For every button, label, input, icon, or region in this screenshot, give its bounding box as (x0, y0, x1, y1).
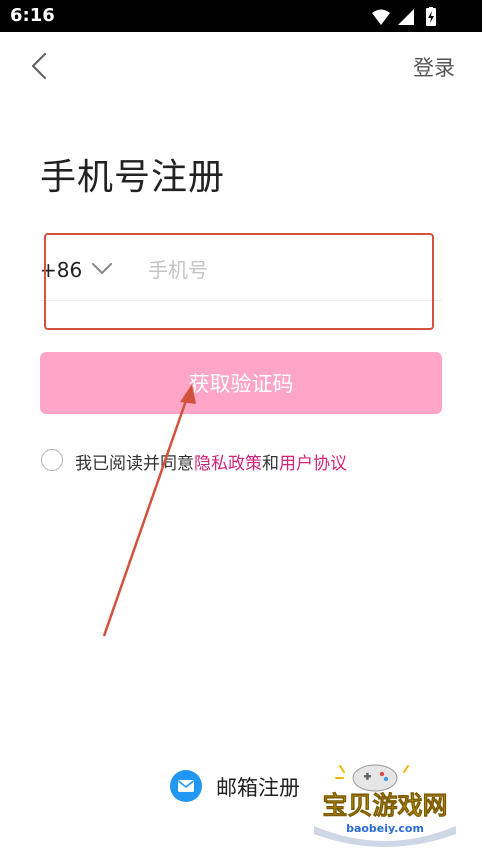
annotation-arrow (102, 384, 196, 637)
watermark-title: 宝贝游戏网 (322, 791, 447, 820)
watermark-logo: 宝贝游戏网 baobeiy.com (314, 764, 456, 847)
gamepad-icon (335, 764, 409, 792)
email-register-label: 邮箱注册 (216, 776, 300, 800)
mail-icon (170, 770, 202, 802)
watermark-url: baobeiy.com (346, 822, 424, 835)
